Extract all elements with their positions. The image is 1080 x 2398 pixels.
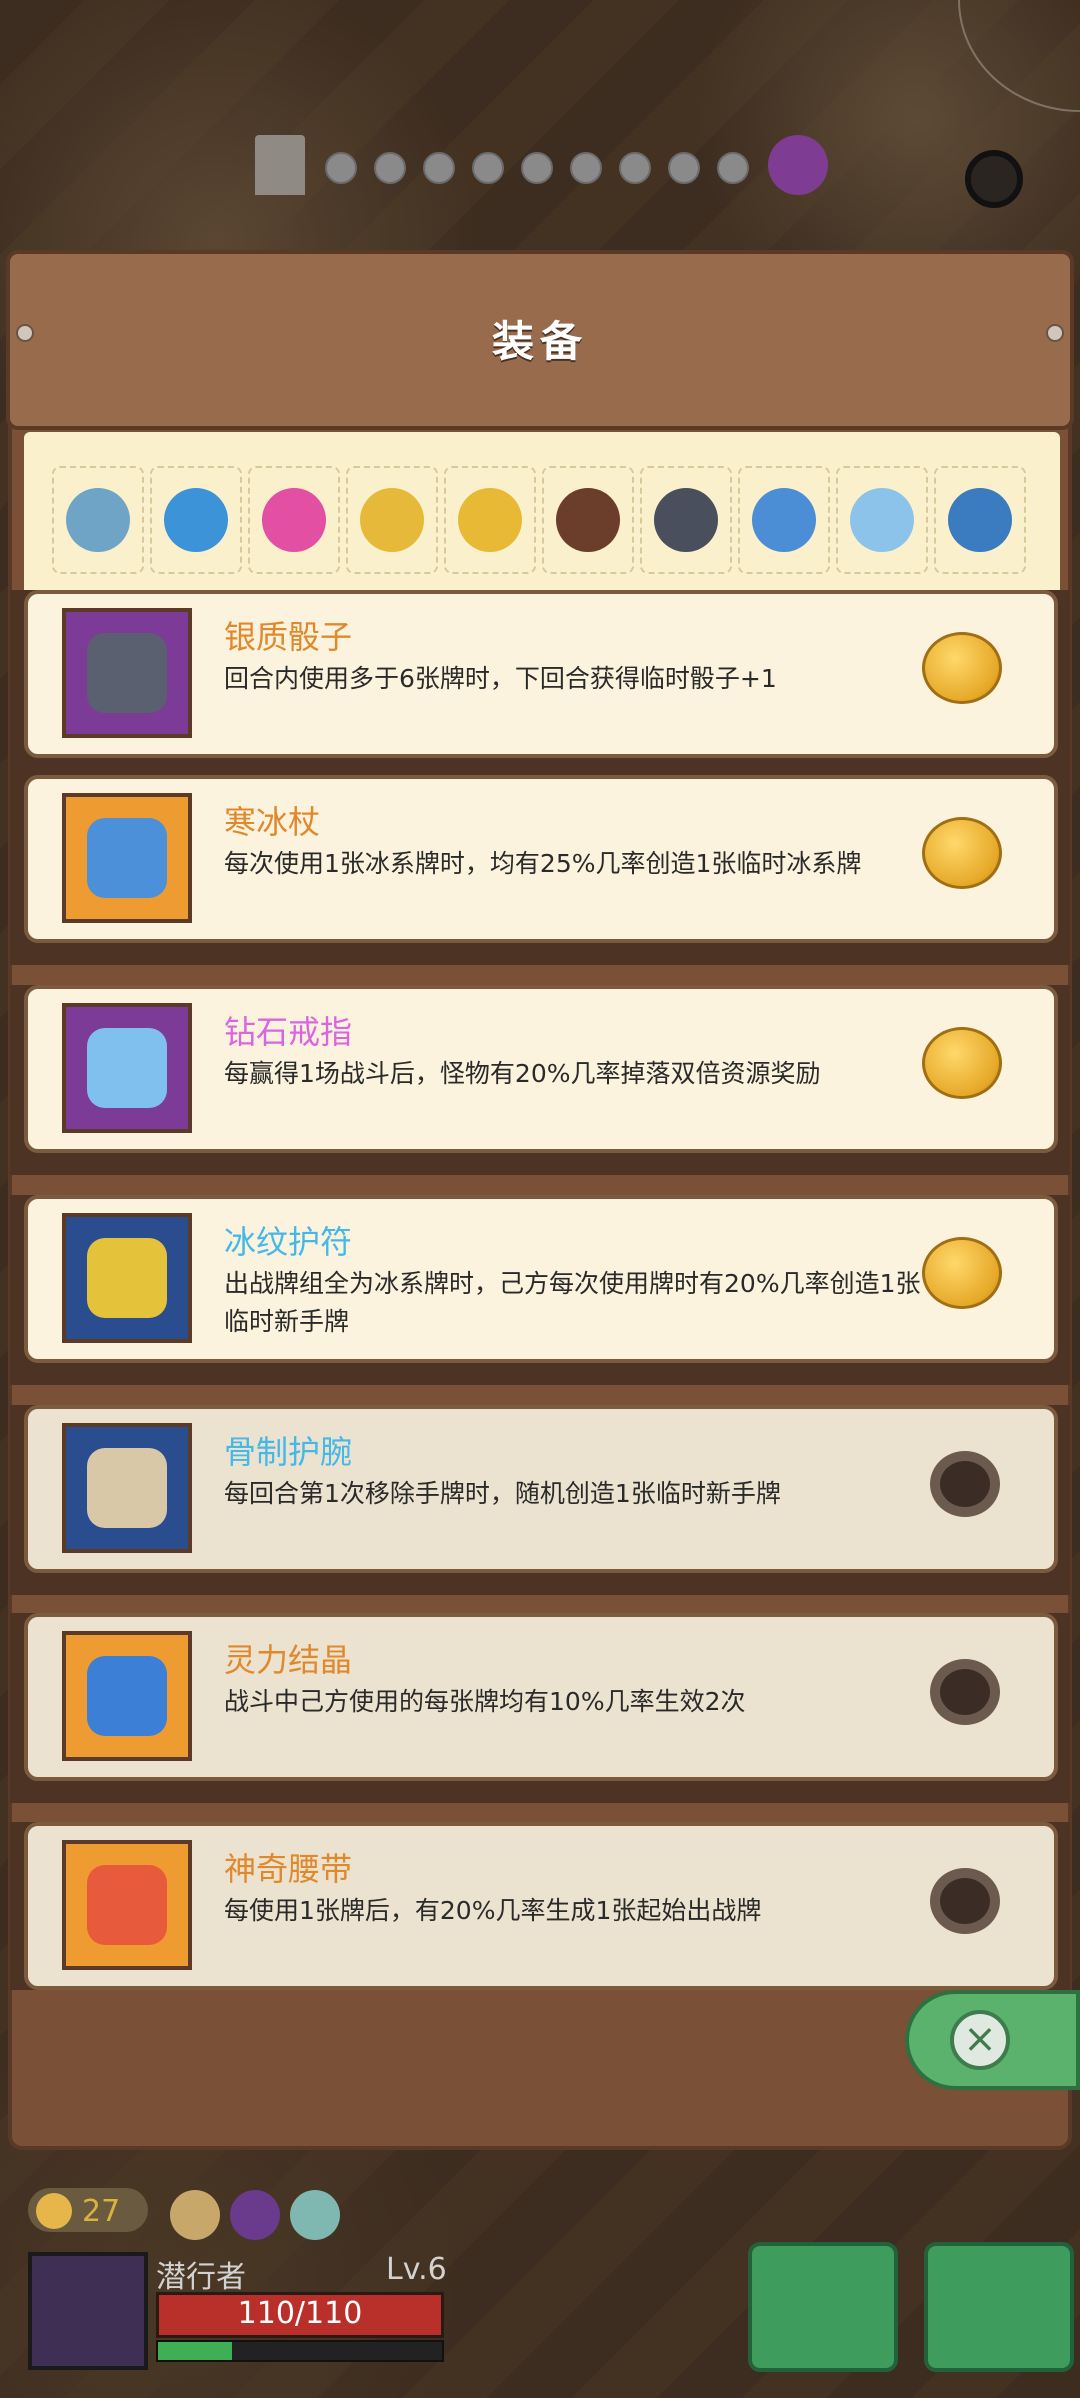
equipment-name: 骨制护腕 — [224, 1433, 353, 1471]
equipment-slot[interactable] — [640, 466, 732, 574]
equipment-slot[interactable] — [738, 466, 830, 574]
equipment-icon-frame — [62, 1631, 192, 1761]
ice-staff-icon — [752, 488, 816, 552]
gold-coin-icon — [36, 2193, 72, 2229]
empty-socket-icon[interactable] — [930, 1868, 1000, 1934]
equipment-card[interactable]: 寒冰杖每次使用1张冰系牌时，均有25%几率创造1张临时冰系牌 — [24, 775, 1058, 943]
equipment-card-row: 骨制护腕每回合第1次移除手牌时，随机创造1张临时新手牌 — [10, 1405, 1070, 1595]
equipment-description: 每赢得1场战斗后，怪物有20%几率掉落双倍资源奖励 — [224, 1059, 821, 1088]
equipment-slot[interactable] — [248, 466, 340, 574]
progress-dot — [717, 152, 749, 184]
gold-value: 27 — [82, 2194, 121, 2229]
settings-gear-icon[interactable] — [965, 150, 1023, 208]
crown-icon — [360, 488, 424, 552]
progress-dot — [521, 152, 553, 184]
empty-socket-icon[interactable] — [930, 1659, 1000, 1725]
equipment-card-row: 灵力结晶战斗中己方使用的每张牌均有10%几率生效2次 — [10, 1613, 1070, 1803]
equipment-icon-frame — [62, 793, 192, 923]
equipment-slot[interactable] — [444, 466, 536, 574]
demon-boss-icon — [768, 135, 828, 195]
card-deck-button[interactable] — [924, 2242, 1074, 2372]
pickaxe-icon — [66, 488, 130, 552]
diamond-ring-icon — [87, 1028, 167, 1108]
equipment-card-row: 银质骰子回合内使用多于6张牌时，下回合获得临时骰子+1 — [10, 590, 1070, 780]
progress-dot — [619, 152, 651, 184]
xp-bar-fill — [158, 2342, 232, 2360]
scroll-relic-icon[interactable] — [170, 2190, 220, 2240]
equipment-name: 银质骰子 — [224, 618, 353, 656]
equipment-name: 钻石戒指 — [224, 1013, 353, 1051]
equipment-card[interactable]: 神奇腰带每使用1张牌后，有20%几率生成1张起始出战牌 — [24, 1822, 1058, 1990]
diamond-ring-icon — [850, 488, 914, 552]
player-avatar[interactable] — [28, 2252, 148, 2370]
equipment-card[interactable]: 钻石戒指每赢得1场战斗后，怪物有20%几率掉落双倍资源奖励 — [24, 985, 1058, 1153]
progress-dot — [423, 152, 455, 184]
equipped-coin-icon[interactable] — [922, 1237, 1002, 1309]
pink-orb-icon — [262, 488, 326, 552]
equipment-icon-frame — [62, 1003, 192, 1133]
progress-dot — [325, 152, 357, 184]
equipment-description: 回合内使用多于6张牌时，下回合获得临时骰子+1 — [224, 664, 777, 693]
equipment-slot[interactable] — [150, 466, 242, 574]
equipment-card[interactable]: 骨制护腕每回合第1次移除手牌时，随机创造1张临时新手牌 — [24, 1405, 1058, 1573]
equipment-card-row: 神奇腰带每使用1张牌后，有20%几率生成1张起始出战牌 — [10, 1822, 1070, 2012]
equipment-description: 每次使用1张冰系牌时，均有25%几率创造1张临时冰系牌 — [224, 849, 862, 878]
equipment-card[interactable]: 银质骰子回合内使用多于6张牌时，下回合获得临时骰子+1 — [24, 590, 1058, 758]
potion-relic-icon[interactable] — [290, 2190, 340, 2240]
equipment-description: 出战牌组全为冰系牌时，己方每次使用牌时有20%几率创造1张临时新手牌 — [224, 1269, 921, 1336]
progress-dot — [570, 152, 602, 184]
equipment-name: 灵力结晶 — [224, 1641, 353, 1679]
empty-socket-icon[interactable] — [930, 1451, 1000, 1517]
equipment-icon-frame — [62, 1840, 192, 1970]
equipment-helmet-button[interactable] — [748, 2242, 898, 2372]
equipment-description: 每使用1张牌后，有20%几率生成1张起始出战牌 — [224, 1896, 762, 1925]
player-name: 潜行者 — [156, 2260, 246, 2295]
ice-amulet-icon — [87, 1238, 167, 1318]
equipment-icon-frame — [62, 1423, 192, 1553]
equipment-card[interactable]: 冰纹护符出战牌组全为冰系牌时，己方每次使用牌时有20%几率创造1张临时新手牌 — [24, 1195, 1058, 1363]
equipment-slot[interactable] — [934, 466, 1026, 574]
water-drop-icon — [164, 488, 228, 552]
equipment-name: 神奇腰带 — [224, 1850, 353, 1888]
player-level: Lv.6 — [386, 2252, 447, 2287]
equipment-slot[interactable] — [346, 466, 438, 574]
equipment-slot[interactable] — [542, 466, 634, 574]
equipment-card-row: 钻石戒指每赢得1场战斗后，怪物有20%几率掉落双倍资源奖励 — [10, 985, 1070, 1175]
button-icon — [556, 488, 620, 552]
equipment-description: 每回合第1次移除手牌时，随机创造1张临时新手牌 — [224, 1479, 781, 1508]
equipment-name: 冰纹护符 — [224, 1223, 353, 1261]
close-icon[interactable]: × — [950, 2010, 1010, 2070]
equipped-coin-icon[interactable] — [922, 817, 1002, 889]
equipped-coin-icon[interactable] — [922, 632, 1002, 704]
equipment-description: 战斗中己方使用的每张牌均有10%几率生效2次 — [224, 1687, 746, 1716]
equipment-icon-frame — [62, 1213, 192, 1343]
equipment-icon-frame — [62, 608, 192, 738]
equipment-slot[interactable] — [836, 466, 928, 574]
equipment-name: 寒冰杖 — [224, 803, 321, 841]
ice-amulet-icon — [948, 488, 1012, 552]
panel-title: 装备 — [491, 317, 588, 366]
gold-knot-icon — [458, 488, 522, 552]
bone-bracer-icon — [87, 1448, 167, 1528]
silver-dice-icon — [654, 488, 718, 552]
equipment-card-row: 冰纹护符出战牌组全为冰系牌时，己方每次使用牌时有20%几率创造1张临时新手牌 — [10, 1195, 1070, 1385]
equipped-coin-icon[interactable] — [922, 1027, 1002, 1099]
progress-dot — [374, 152, 406, 184]
magic-belt-icon — [87, 1865, 167, 1945]
silver-dice-icon — [87, 633, 167, 713]
purple-relic-icon[interactable] — [230, 2190, 280, 2240]
equipment-card[interactable]: 灵力结晶战斗中己方使用的每张牌均有10%几率生效2次 — [24, 1613, 1058, 1781]
castle-icon — [255, 135, 305, 195]
ice-staff-icon — [87, 818, 167, 898]
equipment-card-row: 寒冰杖每次使用1张冰系牌时，均有25%几率创造1张临时冰系牌 — [10, 775, 1070, 965]
equipment-slot[interactable] — [52, 466, 144, 574]
hp-text: 110/110 — [237, 2296, 363, 2331]
progress-dot — [668, 152, 700, 184]
spirit-crystal-icon — [87, 1656, 167, 1736]
progress-dot — [472, 152, 504, 184]
